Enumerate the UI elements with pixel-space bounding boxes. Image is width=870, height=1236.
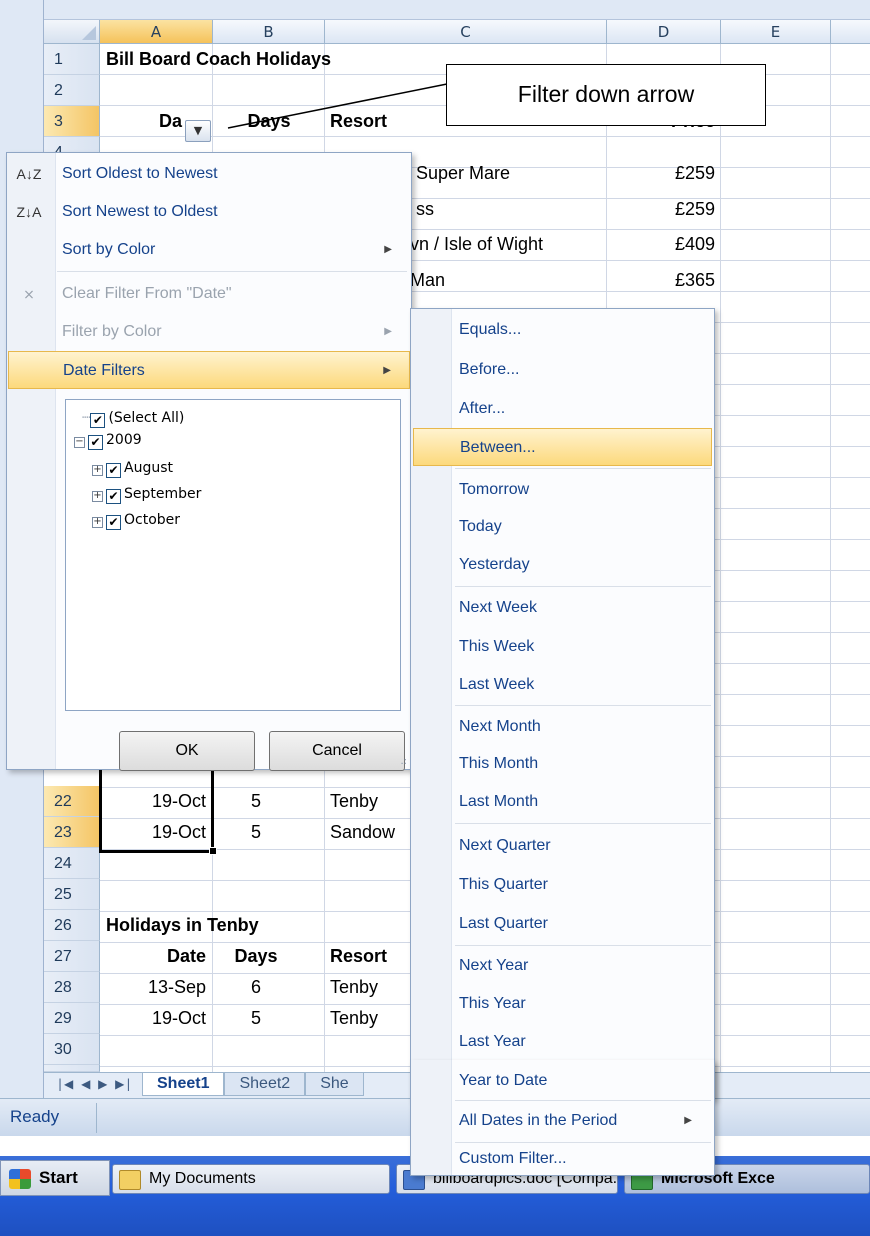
clear-filter-icon: ⨯ xyxy=(23,286,35,302)
ok-button[interactable]: OK xyxy=(119,731,255,771)
submenu-arrow-icon: ▶ xyxy=(384,326,392,337)
tree-month-september[interactable]: + ✔ September xyxy=(92,484,201,504)
submenu-between[interactable]: Between... xyxy=(413,428,712,466)
submenu-next-week[interactable]: Next Week xyxy=(413,589,712,627)
start-button[interactable]: Start xyxy=(0,1160,110,1196)
date-filters-submenu: Equals... Before... After... Between... … xyxy=(410,308,715,1100)
submenu-tomorrow[interactable]: Tomorrow xyxy=(413,471,712,509)
tree-month-october[interactable]: + ✔ October xyxy=(92,510,180,530)
selection-border xyxy=(99,758,214,853)
cell-b27[interactable]: Days xyxy=(213,941,299,972)
date-tree-list[interactable]: ┈ ✔ (Select All) − ✔ 2009 + ✔ August + ✔ Septemb… xyxy=(65,399,401,711)
row-header-25[interactable]: 25 xyxy=(44,879,100,910)
cell-b22[interactable]: 5 xyxy=(213,786,299,817)
row-header-23[interactable]: 23 xyxy=(44,817,100,848)
row-header-28[interactable]: 28 xyxy=(44,972,100,1003)
collapse-icon[interactable]: − xyxy=(74,437,85,448)
row-header-27[interactable]: 27 xyxy=(44,941,100,972)
cell-c27[interactable]: Resort xyxy=(330,941,387,972)
expand-icon[interactable]: + xyxy=(92,465,103,476)
menu-sort-oldest-to-newest[interactable]: A↓Z Sort Oldest to Newest xyxy=(8,155,410,193)
menu-sort-by-color[interactable]: Sort by Color ▶ xyxy=(8,231,410,269)
cell-b23[interactable]: 5 xyxy=(213,817,299,848)
cancel-button[interactable]: Cancel xyxy=(269,731,405,771)
taskbar-my-documents[interactable]: My Documents xyxy=(112,1164,390,1194)
submenu-this-year[interactable]: This Year xyxy=(413,985,712,1023)
tree-month-august[interactable]: + ✔ August xyxy=(92,458,173,478)
fill-handle[interactable] xyxy=(209,847,217,855)
status-text: Ready xyxy=(10,1107,60,1126)
cell-d7[interactable]: £365 xyxy=(607,265,715,296)
sheet-tab-1[interactable]: Sheet1 xyxy=(142,1073,225,1096)
submenu-today[interactable]: Today xyxy=(413,508,712,546)
sheet-nav-arrows-icon[interactable]: |◀ ◀ ▶ ▶| xyxy=(58,1077,132,1091)
submenu-last-week[interactable]: Last Week xyxy=(413,666,712,704)
row-header-30[interactable]: 30 xyxy=(44,1034,100,1065)
date-filters-submenu-tail: Year to Date All Dates in the Period ▶ C… xyxy=(410,1060,715,1176)
submenu-next-month[interactable]: Next Month xyxy=(413,708,712,746)
row-header-22[interactable]: 22 xyxy=(44,786,100,817)
submenu-next-quarter[interactable]: Next Quarter xyxy=(413,827,712,865)
cell-a26-heading[interactable]: Holidays in Tenby xyxy=(106,910,259,941)
submenu-before[interactable]: Before... xyxy=(413,351,712,389)
expand-icon[interactable]: + xyxy=(92,517,103,528)
submenu-last-year[interactable]: Last Year xyxy=(413,1023,712,1061)
resize-grip-icon[interactable]: .: xyxy=(400,756,407,767)
sheet-tab-3[interactable]: She xyxy=(305,1073,364,1096)
sort-ascending-icon: A↓Z xyxy=(16,166,42,182)
menu-filter-by-color[interactable]: Filter by Color ▶ xyxy=(8,313,410,351)
submenu-this-week[interactable]: This Week xyxy=(413,628,712,666)
submenu-this-month[interactable]: This Month xyxy=(413,745,712,783)
cell-a28[interactable]: 13-Sep xyxy=(100,972,206,1003)
row-header-24[interactable]: 24 xyxy=(44,848,100,879)
submenu-year-to-date[interactable]: Year to Date xyxy=(413,1062,712,1100)
menu-clear-filter[interactable]: ⨯ Clear Filter From "Date" xyxy=(8,275,410,313)
submenu-last-quarter[interactable]: Last Quarter xyxy=(413,905,712,943)
cell-c23[interactable]: Sandow xyxy=(330,817,395,848)
submenu-all-dates-in-period[interactable]: All Dates in the Period ▶ xyxy=(413,1102,712,1140)
cell-c6[interactable]: vn / Isle of Wight xyxy=(410,229,543,260)
sheet-tab-2[interactable]: Sheet2 xyxy=(224,1073,306,1096)
row-header-29[interactable]: 29 xyxy=(44,1003,100,1034)
row-header-31[interactable]: 31 xyxy=(44,1065,100,1072)
tree-year-2009[interactable]: − ✔ 2009 xyxy=(74,430,142,450)
windows-flag-icon xyxy=(9,1169,31,1189)
submenu-yesterday[interactable]: Yesterday xyxy=(413,546,712,584)
menu-sort-newest-to-oldest[interactable]: Z↓A Sort Newest to Oldest xyxy=(8,193,410,231)
checkbox-checked-icon[interactable]: ✔ xyxy=(106,463,121,478)
checkbox-checked-icon[interactable]: ✔ xyxy=(106,489,121,504)
menu-date-filters[interactable]: Date Filters ▶ xyxy=(8,351,410,389)
submenu-next-year[interactable]: Next Year xyxy=(413,947,712,985)
submenu-after[interactable]: After... xyxy=(413,390,712,428)
autofilter-menu: A↓Z Sort Oldest to Newest Z↓A Sort Newes… xyxy=(6,152,412,771)
sort-descending-icon: Z↓A xyxy=(16,204,42,220)
submenu-equals[interactable]: Equals... xyxy=(413,311,712,349)
submenu-custom-filter[interactable]: Custom Filter... xyxy=(413,1140,712,1178)
submenu-this-quarter[interactable]: This Quarter xyxy=(413,866,712,904)
callout-label: Filter down arrow xyxy=(446,64,766,126)
submenu-arrow-icon: ▶ xyxy=(383,365,391,376)
cell-b29[interactable]: 5 xyxy=(213,1003,299,1034)
folder-icon xyxy=(119,1170,141,1190)
expand-icon[interactable]: + xyxy=(92,491,103,502)
cell-c28[interactable]: Tenby xyxy=(330,972,378,1003)
checkbox-checked-icon[interactable]: ✔ xyxy=(106,515,121,530)
cell-d6[interactable]: £409 xyxy=(607,229,715,260)
cell-c22[interactable]: Tenby xyxy=(330,786,378,817)
cell-c29[interactable]: Tenby xyxy=(330,1003,378,1034)
cell-a27[interactable]: Date xyxy=(100,941,206,972)
submenu-last-month[interactable]: Last Month xyxy=(413,783,712,821)
checkbox-checked-icon[interactable]: ✔ xyxy=(88,435,103,450)
tree-select-all[interactable]: ┈ ✔ (Select All) xyxy=(82,408,184,428)
row-header-26[interactable]: 26 xyxy=(44,910,100,941)
cell-b28[interactable]: 6 xyxy=(213,972,299,1003)
cell-a29[interactable]: 19-Oct xyxy=(100,1003,206,1034)
submenu-arrow-icon: ▶ xyxy=(384,244,392,255)
checkbox-checked-icon[interactable]: ✔ xyxy=(90,413,106,428)
cell-c7[interactable]: Man xyxy=(410,265,445,296)
submenu-arrow-icon: ▶ xyxy=(684,1115,692,1126)
